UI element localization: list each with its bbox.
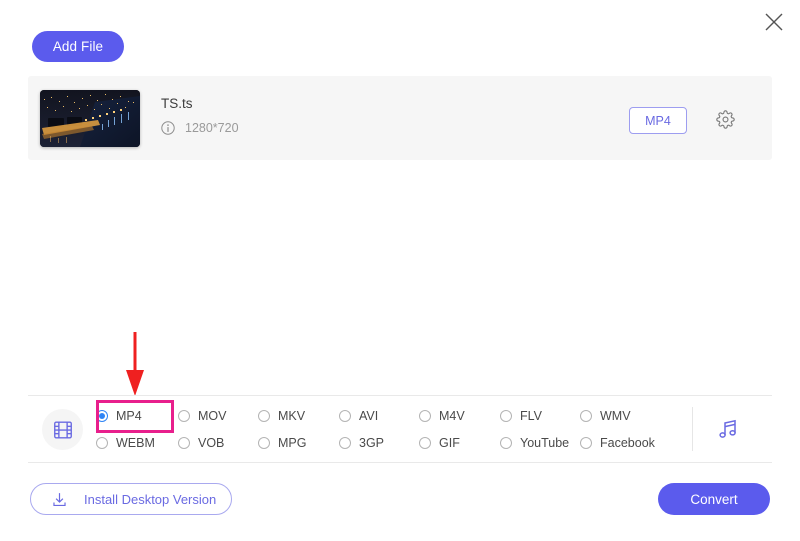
format-option-flv[interactable]: FLV xyxy=(500,404,580,428)
output-format-label: MP4 xyxy=(645,113,671,128)
radio-dot xyxy=(258,436,270,449)
divider-bottom xyxy=(28,462,772,463)
format-option-label: VOB xyxy=(198,435,225,450)
video-category-button[interactable] xyxy=(42,409,83,450)
format-option-vob[interactable]: VOB xyxy=(178,431,258,455)
file-settings-button[interactable] xyxy=(711,105,739,133)
format-option-webm[interactable]: WEBM xyxy=(96,431,178,455)
radio-dot xyxy=(178,409,190,422)
format-option-mpg[interactable]: MPG xyxy=(258,431,339,455)
format-option-label: WMV xyxy=(600,408,631,423)
radio-dot xyxy=(178,436,190,449)
format-option-label: MOV xyxy=(198,408,227,423)
format-option-label: MP4 xyxy=(116,408,142,423)
file-thumbnail xyxy=(40,90,140,147)
radio-dot xyxy=(580,436,592,449)
film-strip-icon xyxy=(53,421,72,438)
file-resolution: 1280*720 xyxy=(185,121,239,135)
file-subinfo: 1280*720 xyxy=(161,121,239,135)
install-desktop-version-button[interactable]: Install Desktop Version xyxy=(30,483,232,515)
format-option-mov[interactable]: MOV xyxy=(178,404,258,428)
format-option-label: WEBM xyxy=(116,435,155,450)
radio-dot xyxy=(419,436,431,449)
format-option-3gp[interactable]: 3GP xyxy=(339,431,419,455)
file-name: TS.ts xyxy=(161,96,193,111)
format-option-avi[interactable]: AVI xyxy=(339,404,419,428)
close-icon xyxy=(765,13,783,31)
format-divider xyxy=(692,407,693,451)
format-option-label: YouTube xyxy=(520,435,570,450)
radio-dot xyxy=(500,436,512,449)
format-option-wmv[interactable]: WMV xyxy=(580,404,660,428)
radio-dot xyxy=(339,436,351,449)
format-row-1: MP4 MOV MKV AVI M4V FLV WMV xyxy=(96,402,676,429)
format-option-youtube[interactable]: YouTube xyxy=(500,431,580,455)
add-file-label: Add File xyxy=(52,39,104,54)
info-icon[interactable] xyxy=(161,121,175,135)
format-option-label: M4V xyxy=(439,408,465,423)
file-row[interactable]: TS.ts 1280*720 MP4 xyxy=(28,76,772,160)
radio-dot xyxy=(419,409,431,422)
file-meta: TS.ts 1280*720 xyxy=(161,95,239,135)
format-option-label: MKV xyxy=(278,408,306,423)
format-option-label: 3GP xyxy=(359,435,385,450)
format-option-label: GIF xyxy=(439,435,460,450)
audio-category-button[interactable] xyxy=(708,410,748,448)
thumbnail-image xyxy=(40,90,140,147)
radio-dot xyxy=(96,409,108,422)
add-file-button[interactable]: Add File xyxy=(32,31,124,62)
annotation-arrow-icon xyxy=(126,332,144,396)
format-option-mp4[interactable]: MP4 xyxy=(96,404,178,428)
radio-dot xyxy=(580,409,592,422)
format-option-gif[interactable]: GIF xyxy=(419,431,500,455)
radio-dot xyxy=(500,409,512,422)
download-icon xyxy=(53,492,66,506)
radio-dot xyxy=(96,436,108,449)
format-radio-grid: MP4 MOV MKV AVI M4V FLV WMV WEBM VOB MPG… xyxy=(96,402,676,456)
format-option-label: MPG xyxy=(278,435,307,450)
format-option-label: FLV xyxy=(520,408,542,423)
convert-label: Convert xyxy=(690,491,738,507)
music-note-icon xyxy=(719,419,736,438)
output-format-badge[interactable]: MP4 xyxy=(629,107,687,134)
close-window-button[interactable] xyxy=(756,4,792,40)
format-option-label: Facebook xyxy=(600,435,655,450)
format-row-2: WEBM VOB MPG 3GP GIF YouTube Facebook xyxy=(96,429,676,456)
format-option-label: AVI xyxy=(359,408,379,423)
convert-button[interactable]: Convert xyxy=(658,483,770,515)
radio-dot xyxy=(258,409,270,422)
format-option-m4v[interactable]: M4V xyxy=(419,404,500,428)
format-selection-bar: MP4 MOV MKV AVI M4V FLV WMV WEBM VOB MPG… xyxy=(28,396,772,462)
gear-icon xyxy=(715,109,735,129)
format-option-facebook[interactable]: Facebook xyxy=(580,431,660,455)
radio-dot xyxy=(339,409,351,422)
install-desktop-version-label: Install Desktop Version xyxy=(84,491,217,507)
format-option-mkv[interactable]: MKV xyxy=(258,404,339,428)
